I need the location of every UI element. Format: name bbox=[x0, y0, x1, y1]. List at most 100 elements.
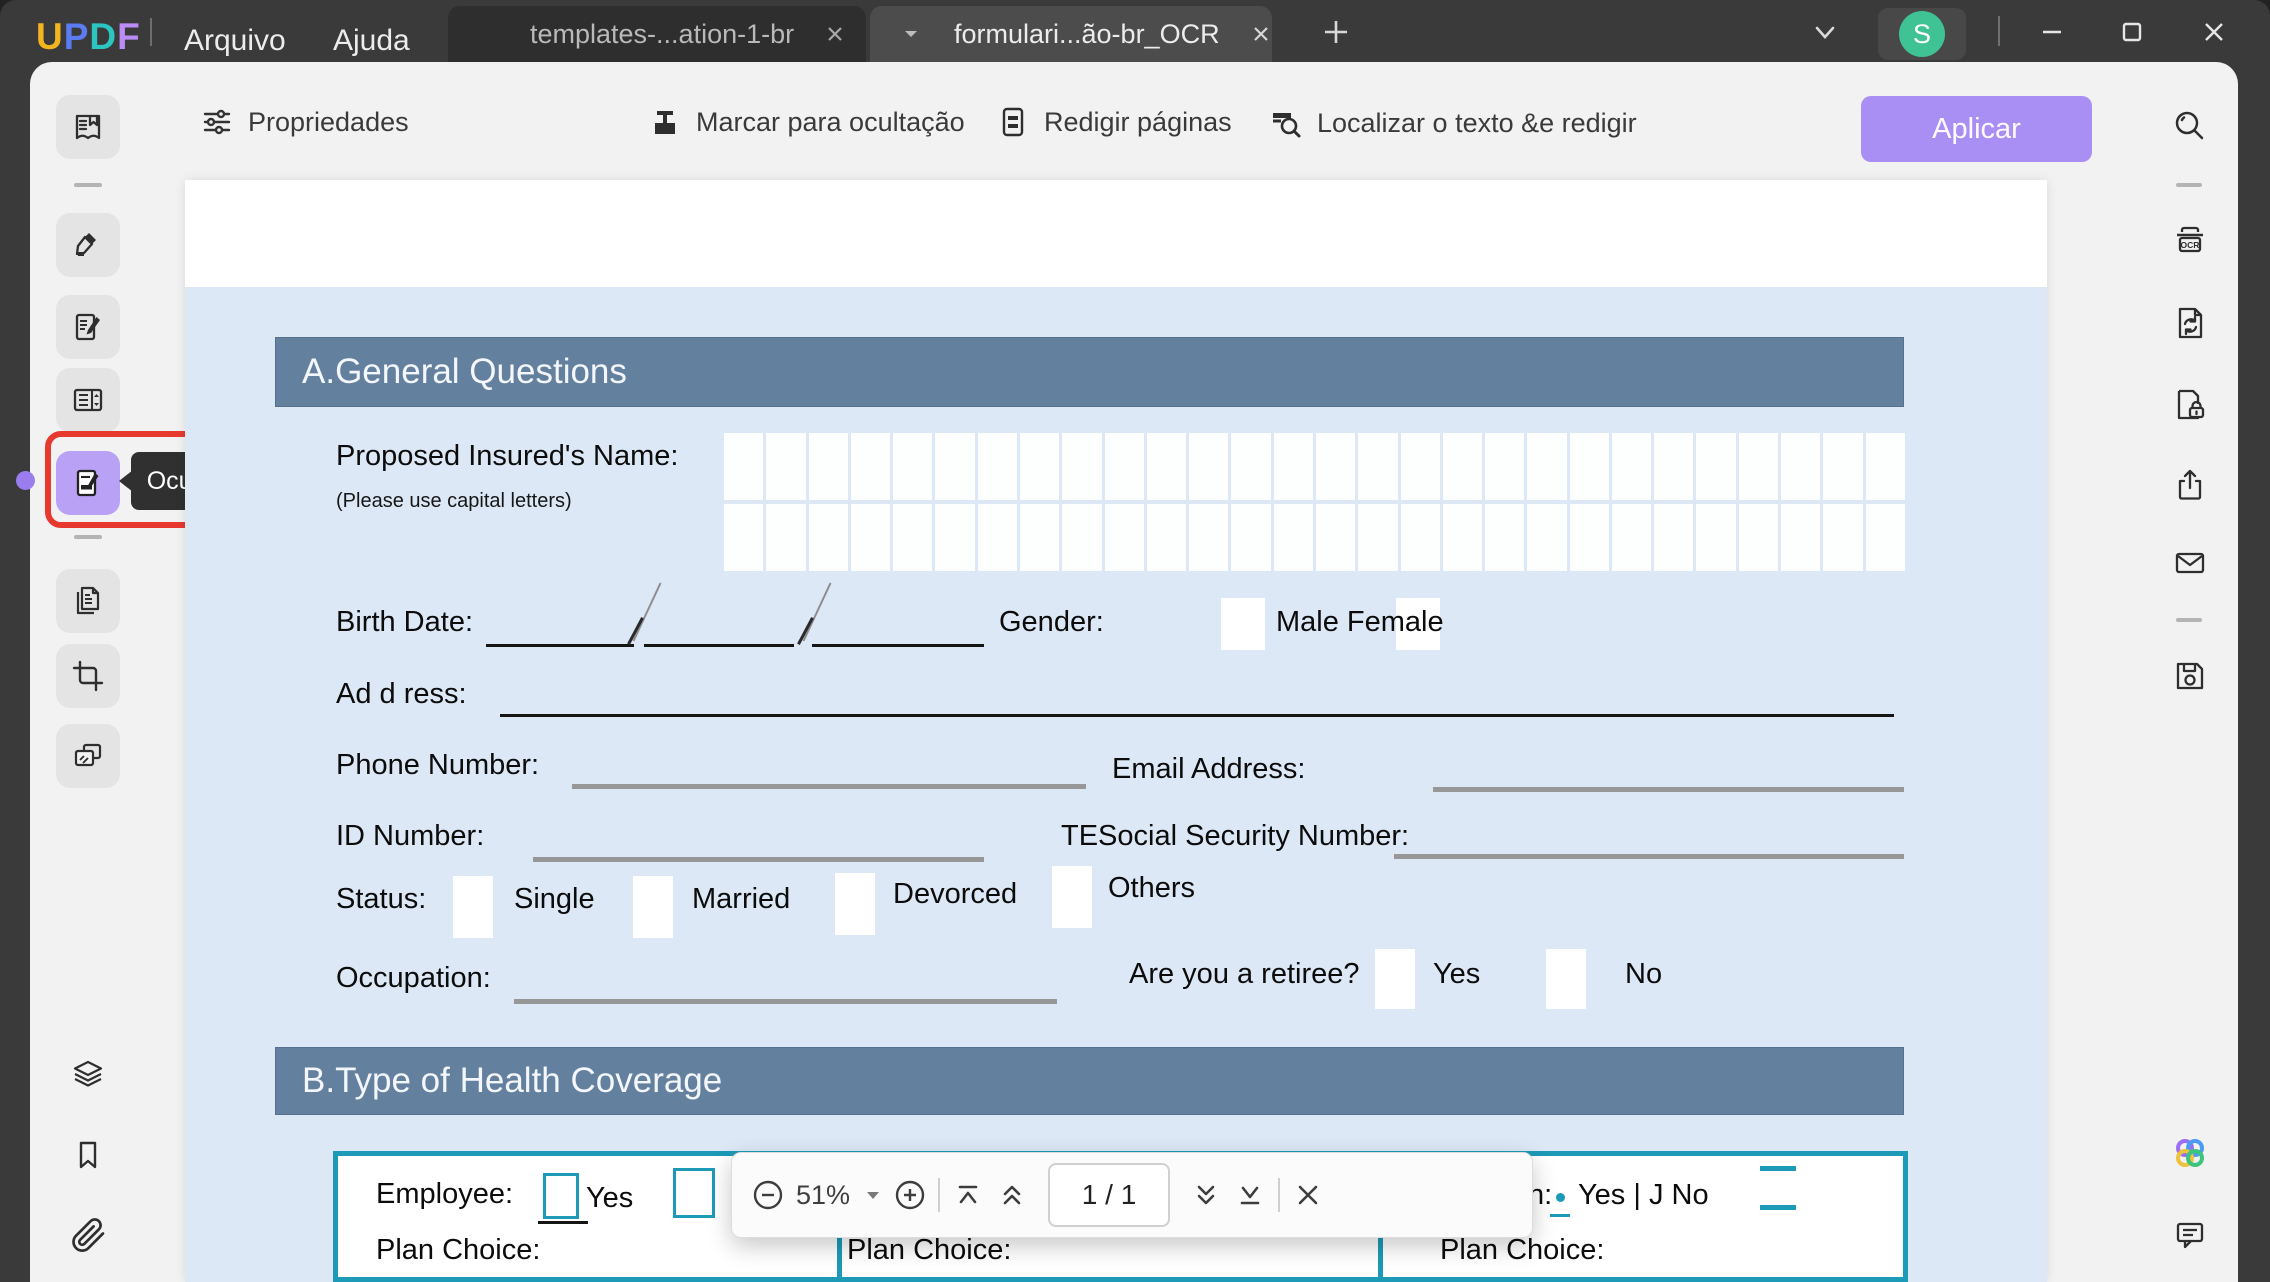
maximize-button[interactable] bbox=[2114, 14, 2150, 50]
letter-cell bbox=[1273, 433, 1313, 500]
sidebar-divider bbox=[74, 535, 102, 539]
sidebar-divider bbox=[2176, 618, 2202, 622]
updf-logo: UPDF bbox=[36, 16, 141, 58]
share-icon[interactable] bbox=[2158, 453, 2222, 517]
letter-cell bbox=[1315, 433, 1356, 500]
name-hint: (Please use capital letters) bbox=[336, 490, 572, 512]
status-checkbox-single bbox=[453, 876, 493, 938]
letter-cell bbox=[724, 504, 764, 571]
purple-indicator-dot bbox=[16, 471, 35, 490]
name-letter-row bbox=[724, 504, 1905, 571]
letter-cell bbox=[977, 433, 1017, 500]
tab-close-icon[interactable] bbox=[1250, 23, 1272, 45]
letter-cell bbox=[1823, 433, 1863, 500]
find-text-redact-icon bbox=[1267, 105, 1303, 141]
mark-redaction-icon bbox=[648, 105, 682, 139]
first-page-button[interactable] bbox=[946, 1173, 990, 1217]
crop-icon[interactable] bbox=[56, 644, 120, 708]
find-redact-button[interactable]: Localizar o texto &e redigir bbox=[1267, 105, 1637, 141]
tab-templates[interactable]: templates-...ation-1-br bbox=[448, 6, 866, 62]
letter-cell bbox=[1231, 433, 1271, 500]
employee-label: Employee: bbox=[376, 1178, 514, 1210]
teal-bracket bbox=[1760, 1205, 1796, 1210]
phone-label: Phone Number: bbox=[336, 749, 540, 781]
letter-cell bbox=[1569, 433, 1609, 500]
edit-icon[interactable] bbox=[56, 295, 120, 359]
page-indicator-input[interactable]: 1 / 1 bbox=[1048, 1163, 1171, 1227]
letter-cell bbox=[850, 504, 891, 571]
menu-ajuda[interactable]: Ajuda bbox=[333, 24, 410, 58]
name-label: Proposed Insured's Name: bbox=[336, 440, 679, 472]
employee-yes-label: Yes bbox=[586, 1182, 634, 1214]
titlebar-divider bbox=[1998, 16, 2000, 46]
minimize-button[interactable] bbox=[2034, 14, 2070, 50]
pages-icon[interactable] bbox=[56, 569, 120, 633]
letter-cell bbox=[1569, 504, 1609, 571]
attachment-icon[interactable] bbox=[56, 1203, 120, 1267]
zoom-in-button[interactable] bbox=[888, 1173, 932, 1217]
save-icon[interactable] bbox=[2158, 644, 2222, 708]
tab-close-icon[interactable] bbox=[824, 23, 846, 45]
new-tab-button[interactable] bbox=[1318, 14, 1354, 50]
properties-button[interactable]: Propriedades bbox=[200, 105, 409, 139]
letter-cell bbox=[1611, 504, 1652, 571]
retiree-no-checkbox bbox=[1546, 949, 1586, 1009]
watermark-icon[interactable] bbox=[56, 724, 120, 788]
teal-mark bbox=[1550, 1214, 1570, 1217]
address-line bbox=[500, 714, 1894, 717]
redact-pages-icon bbox=[996, 105, 1030, 139]
organize-icon[interactable] bbox=[56, 368, 120, 432]
apply-button[interactable]: Aplicar bbox=[1861, 96, 2092, 162]
tab-dropdown-icon[interactable] bbox=[902, 27, 920, 41]
employee-checkbox bbox=[673, 1168, 715, 1218]
mark-redaction-button[interactable]: Marcar para ocultação bbox=[648, 105, 965, 139]
layers-icon[interactable] bbox=[56, 1042, 120, 1106]
plan-choice-label: Plan Choice: bbox=[1440, 1234, 1605, 1266]
id-number-line bbox=[533, 857, 984, 862]
letter-cell bbox=[1485, 433, 1525, 500]
chevron-down-icon[interactable] bbox=[1810, 22, 1840, 44]
last-page-button[interactable] bbox=[1228, 1173, 1272, 1217]
letter-cell bbox=[1358, 504, 1398, 571]
mail-icon[interactable] bbox=[2158, 531, 2222, 595]
redact-pages-button[interactable]: Redigir páginas bbox=[996, 105, 1232, 139]
account-button[interactable]: S bbox=[1878, 8, 1966, 60]
properties-label: Propriedades bbox=[248, 106, 409, 137]
zoom-level[interactable]: 51% bbox=[796, 1180, 850, 1211]
retiree-no-label: No bbox=[1625, 958, 1663, 990]
avatar: S bbox=[1899, 11, 1945, 57]
letter-cell bbox=[1400, 433, 1440, 500]
phone-line bbox=[572, 784, 1086, 789]
comment-icon[interactable] bbox=[2158, 1204, 2222, 1268]
ai-icon[interactable] bbox=[2158, 1123, 2222, 1187]
occupation-line bbox=[514, 999, 1057, 1004]
zoom-dropdown-icon[interactable] bbox=[858, 1173, 888, 1217]
zoom-out-button[interactable] bbox=[746, 1173, 790, 1217]
search-icon[interactable] bbox=[2158, 95, 2222, 159]
letter-cell bbox=[1400, 504, 1440, 571]
previous-page-button[interactable] bbox=[990, 1173, 1034, 1217]
letter-cell bbox=[1781, 433, 1821, 500]
find-redact-label: Localizar o texto &e redigir bbox=[1317, 107, 1637, 138]
pager-close-button[interactable] bbox=[1286, 1173, 1330, 1217]
address-label: Ad d ress: bbox=[336, 678, 467, 710]
status-label: Status: bbox=[336, 883, 427, 915]
ocr-icon[interactable]: OCR bbox=[2158, 211, 2222, 275]
convert-icon[interactable] bbox=[2158, 291, 2222, 355]
tab-title: formulari...ão-br_OCR bbox=[954, 18, 1220, 49]
next-page-button[interactable] bbox=[1184, 1173, 1228, 1217]
svg-text:OCR: OCR bbox=[2181, 240, 2200, 250]
letter-cell bbox=[1442, 433, 1483, 500]
retiree-yes-checkbox bbox=[1375, 949, 1415, 1009]
protect-icon[interactable] bbox=[2158, 373, 2222, 437]
ssn-line bbox=[1394, 854, 1904, 859]
birth-date-line bbox=[644, 644, 794, 647]
reader-icon[interactable] bbox=[56, 95, 120, 159]
highlighter-icon[interactable] bbox=[56, 213, 120, 277]
tab-formulario-active[interactable]: formulari...ão-br_OCR bbox=[870, 6, 1272, 62]
teal-bracket bbox=[1760, 1166, 1796, 1171]
close-button[interactable] bbox=[2196, 14, 2232, 50]
menu-arquivo[interactable]: Arquivo bbox=[184, 24, 286, 58]
bookmark-icon[interactable] bbox=[56, 1123, 120, 1187]
letter-cell bbox=[1865, 433, 1905, 500]
